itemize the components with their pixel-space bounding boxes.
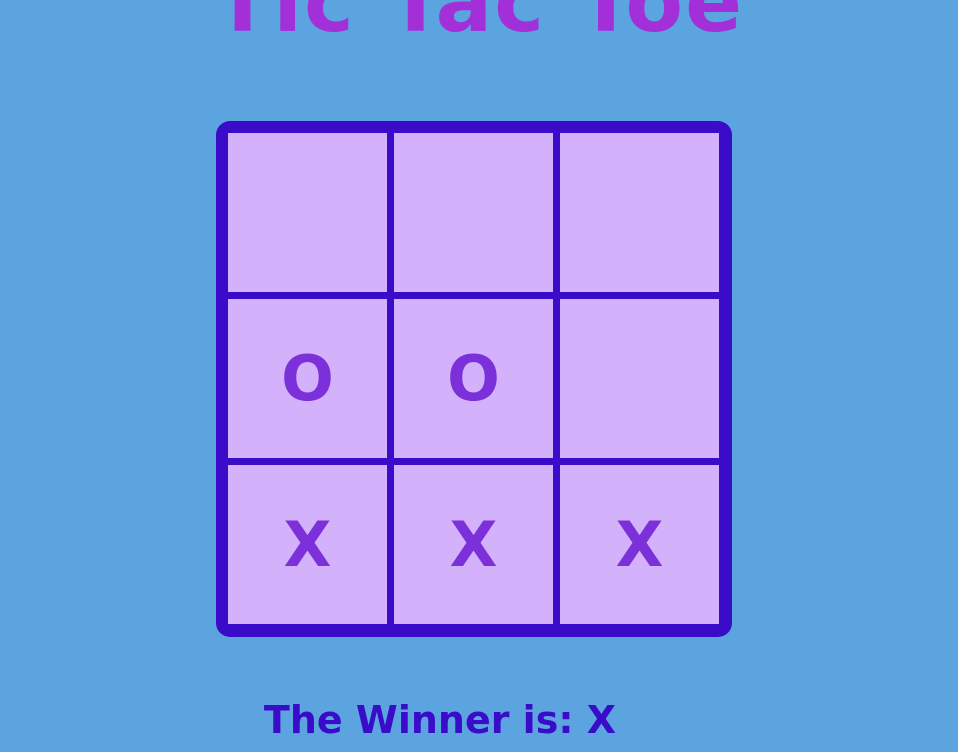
game-page: Tic Tac Toe O O X X X The Winner is: X [0, 0, 958, 752]
board-cell-r1c2[interactable] [394, 133, 553, 292]
board-cell-r3c1[interactable]: X [228, 465, 387, 624]
board-cell-r1c3[interactable] [560, 133, 719, 292]
page-title: Tic Tac Toe [213, 0, 745, 51]
board-cell-r3c3[interactable]: X [560, 465, 719, 624]
winner-status: The Winner is: X [263, 698, 617, 742]
board-cell-r2c2[interactable]: O [394, 299, 553, 458]
board-cell-r1c1[interactable] [228, 133, 387, 292]
board-cell-r2c1[interactable]: O [228, 299, 387, 458]
board-cell-r3c2[interactable]: X [394, 465, 553, 624]
board-cell-r2c3[interactable] [560, 299, 719, 458]
game-board: O O X X X [216, 121, 732, 637]
